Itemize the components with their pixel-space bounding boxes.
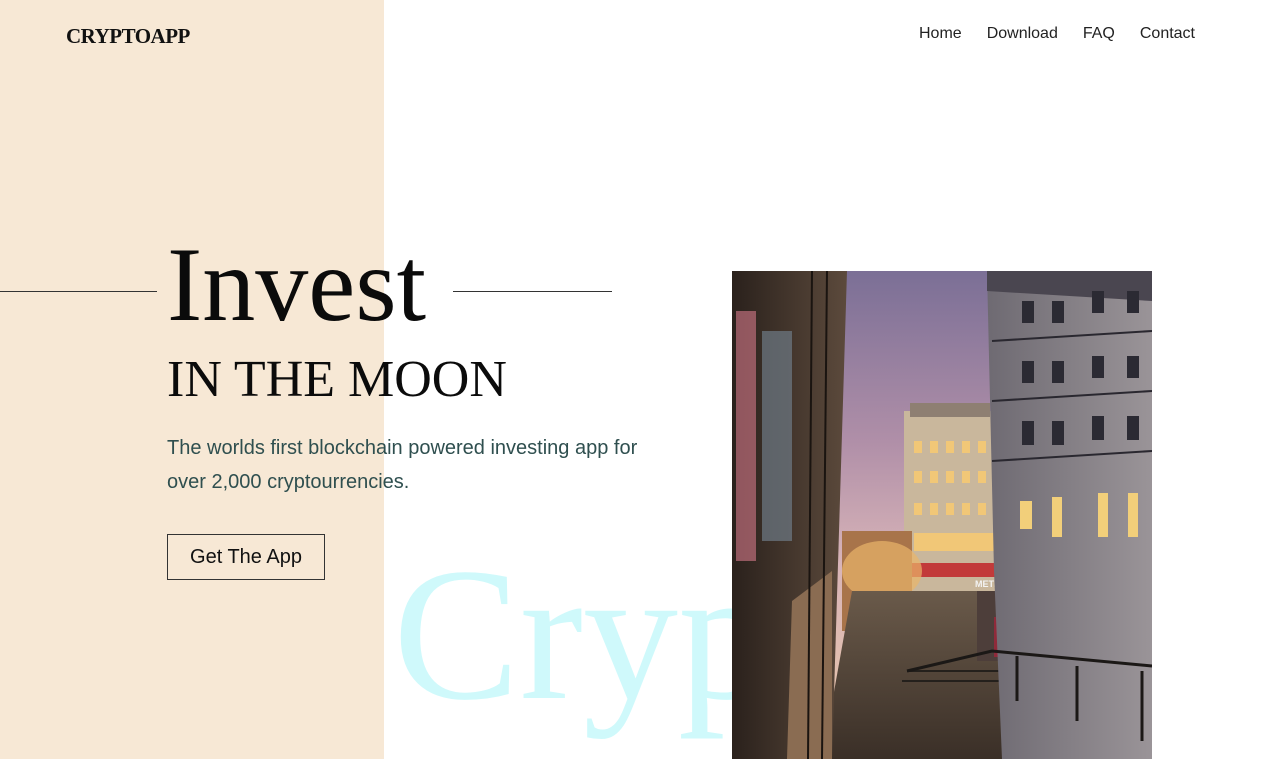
title-rule-left — [0, 291, 157, 292]
hero-description: The worlds first blockchain powered inve… — [167, 437, 638, 493]
hero-subtitle: IN THE MOON — [167, 351, 507, 408]
nav-home[interactable]: Home — [919, 24, 962, 44]
nav-download[interactable]: Download — [987, 24, 1058, 44]
landing-page: Cryptoinc CRYPTOAPP Home Download FAQ Co… — [0, 0, 1280, 759]
get-the-app-button[interactable]: Get The App — [167, 534, 325, 580]
hero-photo: METROPOLIT — [732, 271, 1152, 759]
nav-faq[interactable]: FAQ — [1083, 24, 1115, 44]
main-nav: Home Download FAQ Contact — [919, 24, 1195, 44]
hero-title: Invest — [167, 226, 427, 343]
logo[interactable]: CRYPTOAPP — [66, 24, 190, 49]
title-rule-right — [453, 291, 612, 292]
nav-contact[interactable]: Contact — [1140, 24, 1195, 44]
